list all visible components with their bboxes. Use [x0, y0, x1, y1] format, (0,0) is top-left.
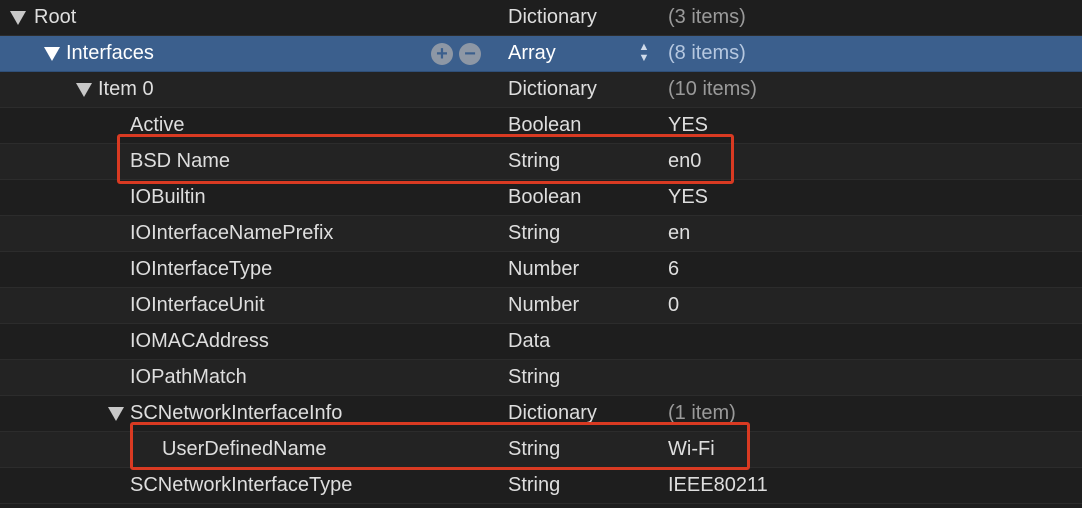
row-key: IOInterfaceType: [130, 258, 273, 280]
row-value[interactable]: en0: [668, 149, 701, 173]
row-value[interactable]: 0: [668, 293, 679, 317]
plist-row-iobuiltin[interactable]: IOBuiltin Boolean YES: [0, 180, 1082, 216]
row-value: (10 items): [668, 78, 757, 100]
row-key: IOPathMatch: [130, 366, 247, 388]
row-type[interactable]: String: [508, 221, 560, 245]
row-type[interactable]: String: [508, 437, 560, 461]
plist-row-active[interactable]: Active Boolean YES: [0, 108, 1082, 144]
row-key: IOBuiltin: [130, 186, 206, 208]
remove-item-icon[interactable]: −: [459, 43, 481, 65]
plist-row-iointerfacenameprefix[interactable]: IOInterfaceNamePrefix String en: [0, 216, 1082, 252]
disclosure-triangle-icon[interactable]: [44, 47, 60, 61]
plist-row-interfaces[interactable]: Interfaces + − Array ▲ ▼ (8 items): [0, 36, 1082, 72]
row-type[interactable]: Data: [508, 329, 550, 353]
plist-row-iointerfacetype[interactable]: IOInterfaceType Number 6: [0, 252, 1082, 288]
plist-row-item-0[interactable]: Item 0 Dictionary (10 items): [0, 72, 1082, 108]
type-stepper-icon[interactable]: ▲ ▼: [636, 42, 652, 66]
row-type[interactable]: String: [508, 365, 560, 389]
plist-row-iopathmatch[interactable]: IOPathMatch String: [0, 360, 1082, 396]
row-type[interactable]: Boolean: [508, 185, 581, 209]
row-key: SCNetworkInterfaceInfo: [130, 402, 343, 424]
row-key: IOInterfaceNamePrefix: [130, 222, 334, 244]
row-value: (3 items): [668, 6, 746, 28]
row-type[interactable]: String: [508, 473, 560, 497]
disclosure-triangle-icon[interactable]: [76, 83, 92, 97]
row-value[interactable]: en: [668, 221, 690, 245]
row-type[interactable]: String: [508, 149, 560, 173]
row-type[interactable]: Dictionary: [508, 5, 597, 29]
plist-row-root[interactable]: Root Dictionary (3 items): [0, 0, 1082, 36]
disclosure-triangle-icon[interactable]: [108, 407, 124, 421]
row-value: (1 item): [668, 402, 736, 424]
plist-row-iointerfaceunit[interactable]: IOInterfaceUnit Number 0: [0, 288, 1082, 324]
plist-row-scnetworkinterfaceinfo[interactable]: SCNetworkInterfaceInfo Dictionary (1 ite…: [0, 396, 1082, 432]
plist-row-iomacaddress[interactable]: IOMACAddress Data: [0, 324, 1082, 360]
row-key: Item 0: [98, 78, 154, 100]
row-value[interactable]: YES: [668, 113, 708, 137]
row-value[interactable]: Wi-Fi: [668, 437, 715, 461]
row-key: UserDefinedName: [162, 438, 327, 460]
row-key: Root: [34, 6, 77, 28]
row-type[interactable]: Boolean: [508, 113, 581, 137]
disclosure-triangle-icon[interactable]: [10, 11, 26, 25]
row-value: (8 items): [668, 42, 746, 64]
stepper-down-icon[interactable]: ▼: [639, 52, 650, 64]
row-type[interactable]: Dictionary: [508, 77, 597, 101]
plist-row-userdefinedname[interactable]: UserDefinedName String Wi-Fi: [0, 432, 1082, 468]
row-key: Active: [130, 114, 185, 136]
row-key: Interfaces: [66, 42, 154, 64]
row-key: BSD Name: [130, 150, 231, 172]
row-key: IOMACAddress: [130, 330, 269, 352]
add-item-icon[interactable]: +: [431, 43, 453, 65]
row-key: IOInterfaceUnit: [130, 294, 265, 316]
row-value[interactable]: 6: [668, 257, 679, 281]
row-value[interactable]: IEEE80211: [668, 473, 768, 497]
row-type[interactable]: Array: [508, 41, 556, 65]
row-value[interactable]: YES: [668, 185, 708, 209]
row-type[interactable]: Dictionary: [508, 401, 597, 425]
plist-row-scnetworkinterfacetype[interactable]: SCNetworkInterfaceType String IEEE80211: [0, 468, 1082, 504]
row-type[interactable]: Number: [508, 257, 579, 281]
plist-row-bsd-name[interactable]: BSD Name String en0: [0, 144, 1082, 180]
row-type[interactable]: Number: [508, 293, 579, 317]
row-key: SCNetworkInterfaceType: [130, 474, 353, 496]
